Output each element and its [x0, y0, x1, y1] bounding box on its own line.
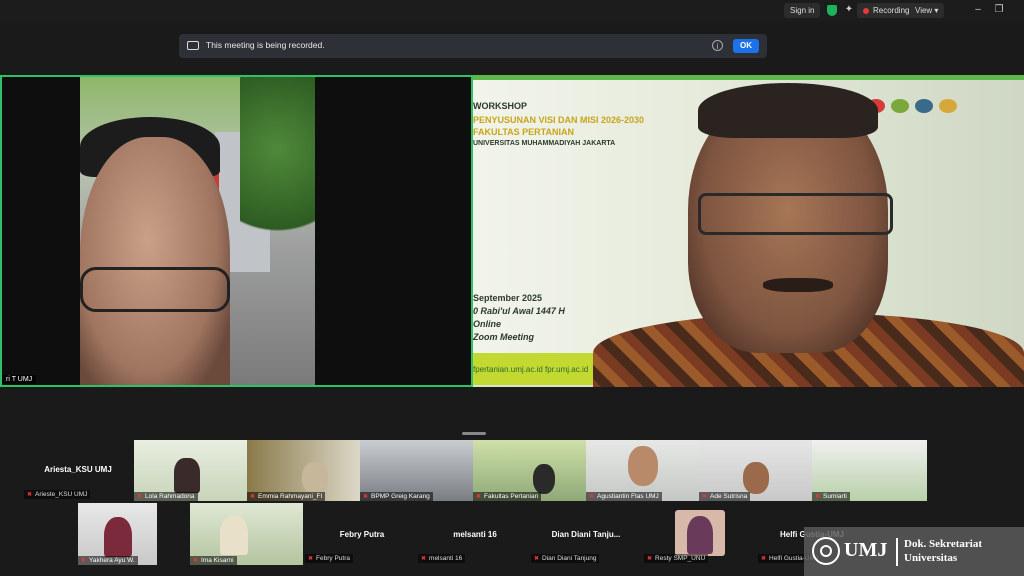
gallery-resize-handle[interactable] [462, 432, 486, 435]
participant-label: melsanti 16 [418, 554, 466, 563]
participant-label: Agustiantin Ftas UMJ [586, 492, 662, 501]
participant-avatar[interactable] [675, 510, 725, 556]
minimize-icon[interactable]: – [972, 4, 984, 16]
participant-name: melsanti 16 [453, 530, 497, 539]
umj-watermark: UMJ Dok. Sekretariat Universitas [804, 527, 1024, 576]
slide-platform: Zoom Meeting [473, 332, 534, 342]
slide-title: PENYUSUNAN VISI DAN MISI 2026-2030 [473, 115, 645, 125]
slide-workshop: WORKSHOP [473, 101, 527, 111]
recording-notice: This meeting is being recorded. [206, 40, 325, 50]
participant-label: Emmia Rahmayani_FI [247, 492, 326, 501]
participant-label: Febry Putra [305, 554, 353, 563]
restore-icon[interactable]: ❐ [993, 4, 1005, 16]
camera-record-icon [187, 41, 199, 50]
slide-university: UNIVERSITAS MUHAMMADIYAH JAKARTA [473, 140, 616, 147]
participant-tile[interactable]: Fakultas Pertanian [473, 440, 586, 501]
slide-date: September 2025 [473, 293, 543, 303]
recording-banner: This meeting is being recorded. i OK [179, 34, 767, 58]
recording-indicator[interactable]: Recording [857, 3, 916, 18]
active-speaker-tile[interactable]: ri T UMJ [0, 75, 473, 387]
info-icon[interactable]: i [712, 40, 723, 51]
watermark-line2: Universitas [904, 552, 958, 564]
participant-label: Ima Kisarni [190, 556, 237, 565]
slide-footer-text: fpertanian.umj.ac.id fpr.umj.ac.id [473, 365, 589, 374]
participant-label: BPMP Greig Karang [360, 492, 433, 501]
slide-faculty: FAKULTAS PERTANIAN [473, 127, 574, 137]
top-bar: Sign in ✦ Recording View ▾ – ❐ [0, 0, 1024, 22]
participant-label: Sumiarti [812, 492, 850, 501]
participant-label: Resty SMP_UNU [644, 554, 709, 563]
participant-label: Arieste_KSU UMJ [24, 490, 91, 499]
participant-name: Dian Diani Tanju... [551, 530, 621, 539]
participant-label: Ade Sutrisna [699, 492, 751, 501]
participant-tile[interactable]: Agustiantin Ftas UMJ [586, 440, 699, 501]
participant-label: Yakhera Ayu W. [78, 556, 138, 565]
watermark-line1: Dok. Sekretariat [904, 538, 983, 550]
view-button[interactable]: View ▾ [909, 3, 945, 18]
participant-video-tile[interactable]: WORKSHOP PENYUSUNAN VISI DAN MISI 2026-2… [473, 75, 1024, 387]
slide-hijri: 0 Rabi'ul Awal 1447 H [473, 306, 565, 316]
sign-in-button[interactable]: Sign in [784, 3, 821, 18]
megaphone-icon[interactable]: ✦ [843, 4, 855, 16]
participant-name: Ariesta_KSU UMJ [44, 465, 112, 474]
participant-label: Dian Diani Tanjung [531, 554, 600, 563]
umj-logo-icon [812, 537, 840, 565]
watermark-umj: UMJ [844, 539, 888, 561]
participant-tile[interactable]: Lola Rahmadona [134, 440, 247, 501]
participant-tile[interactable]: Emmia Rahmayani_FI [247, 440, 360, 501]
participant-tile[interactable]: Yakhera Ayu W. [78, 503, 157, 565]
participant-tile[interactable]: BPMP Greig Karang [360, 440, 473, 501]
participant-tile[interactable]: Ima Kisarni [190, 503, 303, 565]
participant-name: Febry Putra [339, 530, 385, 539]
shield-icon[interactable] [827, 5, 837, 16]
participant-tile[interactable]: Ade Sutrisna [699, 440, 812, 501]
participant-name-label: ri T UMJ [2, 375, 37, 384]
participant-label: Fakultas Pertanian [473, 492, 542, 501]
participant-label: Lola Rahmadona [134, 492, 198, 501]
participant-tile[interactable]: Sumiarti [812, 440, 927, 501]
speaker-video [80, 77, 315, 385]
slide-mode: Online [473, 319, 502, 329]
record-dot-icon [863, 7, 869, 14]
ok-button[interactable]: OK [733, 39, 759, 53]
